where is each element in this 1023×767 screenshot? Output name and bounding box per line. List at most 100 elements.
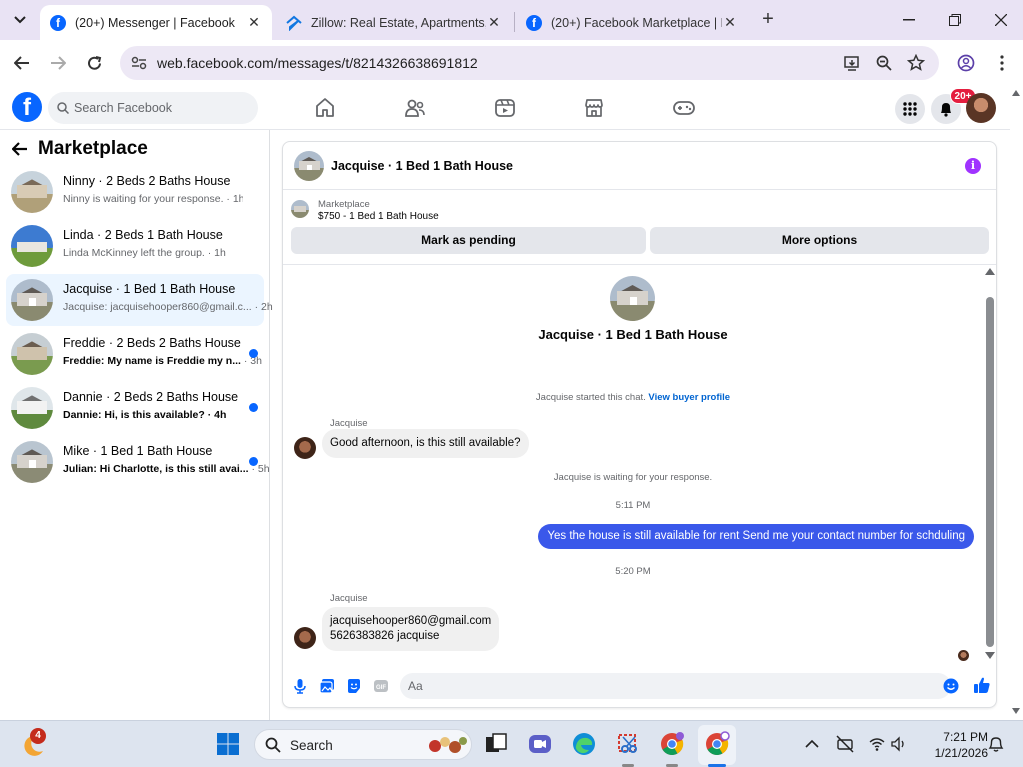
facebook-header: f 20+	[0, 86, 1023, 130]
widget-badge: 4	[30, 728, 46, 744]
video-icon[interactable]	[493, 96, 517, 120]
search-icon	[57, 102, 69, 114]
photo-icon[interactable]	[319, 678, 335, 694]
home-icon[interactable]	[313, 96, 337, 120]
message-input[interactable]	[408, 673, 928, 699]
wifi-icon[interactable]	[868, 735, 886, 753]
thumbs-up-icon[interactable]	[973, 676, 991, 694]
taskbar-search[interactable]: Search	[254, 729, 472, 760]
profile-button[interactable]	[953, 50, 979, 76]
thread-scrollbar[interactable]	[984, 265, 996, 662]
message-line: 5626383826 jacquise	[330, 630, 440, 642]
conversation-preview: Freddie: My name is Freddie my n... · 3h	[63, 355, 262, 367]
facebook-logo[interactable]: f	[12, 92, 42, 122]
marketplace-icon[interactable]	[582, 96, 606, 120]
conversation-item[interactable]: Linda · 2 Beds 1 Bath House Linda McKinn…	[6, 220, 264, 272]
sender-name: Jacquise	[330, 418, 368, 429]
close-window-button[interactable]	[978, 0, 1023, 40]
conversation-item[interactable]: Freddie · 2 Beds 2 Baths House Freddie: …	[6, 328, 264, 380]
conversation-item-active[interactable]: Jacquise · 1 Bed 1 Bath House Jacquise: …	[6, 274, 273, 326]
back-button[interactable]	[9, 50, 35, 76]
sticker-icon[interactable]	[346, 678, 362, 694]
clock[interactable]: 7:21 PM 1/21/2026	[918, 729, 988, 761]
new-tab-button[interactable]: +	[756, 8, 780, 32]
gif-icon[interactable]: GIF	[373, 678, 389, 694]
facebook-icon: f	[526, 14, 542, 31]
browser-menu-button[interactable]	[989, 50, 1015, 76]
profile-avatar[interactable]	[966, 93, 996, 123]
facebook-search[interactable]	[48, 92, 258, 124]
listing-thumbnail	[11, 225, 53, 267]
bookmark-star-icon[interactable]	[907, 54, 925, 72]
scroll-up-arrow[interactable]	[1012, 90, 1020, 96]
conversation-preview: Dannie: Hi, is this available? · 4h	[63, 409, 227, 421]
install-app-icon[interactable]	[843, 54, 861, 72]
listing-thumbnail	[11, 333, 53, 375]
friends-icon[interactable]	[403, 96, 427, 120]
info-icon[interactable]: i	[965, 158, 981, 174]
snipping-tool-icon[interactable]	[615, 731, 641, 757]
bell-icon	[941, 103, 951, 117]
close-icon[interactable]: ✕	[486, 14, 502, 31]
reload-button[interactable]	[81, 50, 107, 76]
sender-avatar[interactable]	[294, 437, 316, 459]
network-off-icon[interactable]	[835, 734, 855, 754]
volume-icon[interactable]	[890, 735, 908, 753]
zoom-icon[interactable]	[875, 54, 893, 72]
scroll-up-arrow[interactable]	[985, 268, 995, 275]
conversation-item[interactable]: Ninny · 2 Beds 2 Baths House Ninny is wa…	[6, 166, 264, 218]
listing-thumbnail	[291, 200, 309, 218]
tab-zillow[interactable]: Zillow: Real Estate, Apartments, ✕	[276, 5, 512, 40]
chat-avatar[interactable]	[294, 151, 324, 181]
message-thread: Jacquise · 1 Bed 1 Bath House Jacquise s…	[283, 265, 996, 662]
microphone-icon[interactable]	[292, 678, 308, 694]
forward-button[interactable]	[45, 50, 71, 76]
task-view-icon[interactable]	[483, 731, 509, 757]
site-settings-icon[interactable]	[131, 55, 147, 71]
windows-start-icon[interactable]	[215, 731, 241, 757]
view-buyer-profile-link[interactable]: View buyer profile	[648, 392, 730, 403]
tab-title: (20+) Facebook Marketplace | F	[551, 15, 722, 30]
page-scrollbar[interactable]	[1010, 86, 1023, 720]
sender-avatar[interactable]	[294, 627, 316, 649]
chevron-up-icon[interactable]	[803, 735, 821, 753]
address-bar[interactable]: web.facebook.com/messages/t/821432663869…	[120, 46, 939, 80]
more-options-button[interactable]: More options	[650, 227, 989, 254]
notification-bell-icon[interactable]	[987, 735, 1005, 753]
chat-title[interactable]: Jacquise · 1 Bed 1 Bath House	[331, 159, 513, 173]
conversation-item[interactable]: Dannie · 2 Beds 2 Baths House Dannie: Hi…	[6, 382, 264, 434]
close-icon[interactable]: ✕	[722, 14, 738, 31]
preview-text: Freddie: My name is Freddie my n...	[63, 355, 241, 367]
scroll-down-arrow[interactable]	[985, 652, 995, 659]
tab-title: Zillow: Real Estate, Apartments,	[311, 15, 486, 30]
scroll-down-arrow[interactable]	[1012, 708, 1020, 714]
search-input[interactable]	[74, 92, 252, 124]
account-icon	[957, 54, 975, 72]
tab-messenger[interactable]: f (20+) Messenger | Facebook ✕	[40, 5, 272, 40]
panel-title: Marketplace	[38, 138, 148, 159]
chrome-profile-icon[interactable]	[704, 731, 730, 757]
scroll-thumb[interactable]	[986, 297, 994, 647]
listing-description[interactable]: $750 - 1 Bed 1 Bath House	[318, 211, 439, 222]
message-input-wrapper[interactable]	[400, 673, 951, 699]
unread-dot	[249, 457, 258, 466]
outgoing-message[interactable]: Yes the house is still available for ren…	[538, 524, 974, 549]
gaming-icon[interactable]	[672, 96, 696, 120]
restore-button[interactable]	[932, 0, 978, 40]
mark-pending-button[interactable]: Mark as pending	[291, 227, 646, 254]
menu-button[interactable]	[895, 94, 925, 124]
tab-marketplace[interactable]: f (20+) Facebook Marketplace | F ✕	[516, 5, 748, 40]
emoji-icon[interactable]	[943, 678, 959, 694]
conversation-name: Ninny · 2 Beds 2 Baths House	[63, 174, 231, 188]
incoming-message[interactable]: Good afternoon, is this still available?	[322, 429, 529, 458]
chrome-icon[interactable]	[659, 731, 685, 757]
conversation-name: Jacquise · 1 Bed 1 Bath House	[63, 282, 236, 296]
edge-browser-icon[interactable]	[571, 731, 597, 757]
back-arrow-icon[interactable]	[12, 142, 28, 156]
close-icon[interactable]: ✕	[246, 14, 262, 31]
minimize-button[interactable]	[886, 0, 932, 40]
conversation-item[interactable]: Mike · 1 Bed 1 Bath House Julian: Hi Cha…	[6, 436, 270, 488]
incoming-message[interactable]: jacquisehooper860@gmail.com 5626383826 j…	[322, 607, 500, 651]
tab-search-dropdown[interactable]	[6, 6, 34, 34]
teams-meet-icon[interactable]	[527, 731, 553, 757]
